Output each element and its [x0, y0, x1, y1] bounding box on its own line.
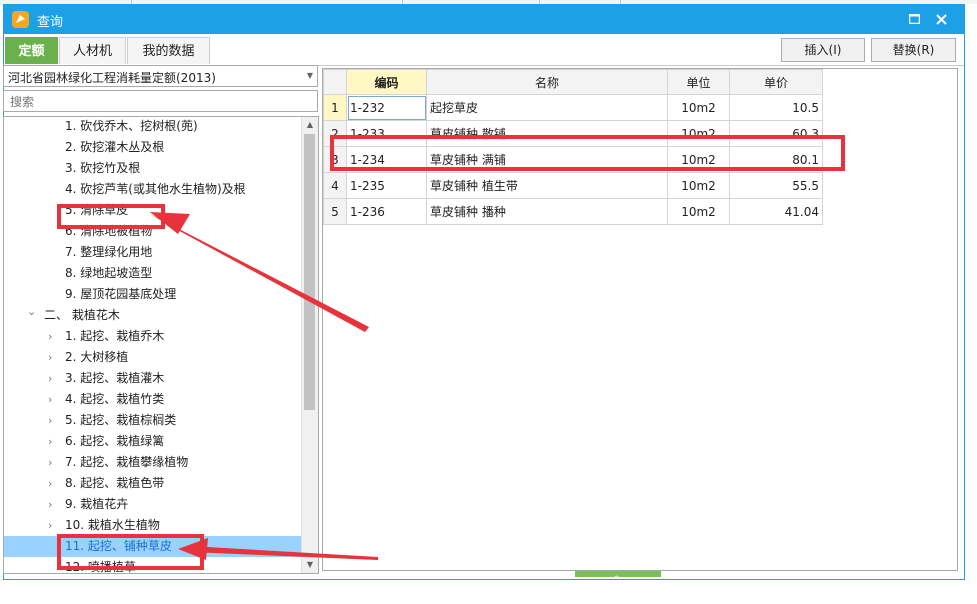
arrow-annotation-upper [148, 213, 369, 332]
arrowhead-lower [178, 538, 208, 560]
arrow-annotation-lower [190, 546, 378, 560]
annotation-arrows [148, 212, 378, 560]
arrowhead-upper [150, 212, 190, 234]
